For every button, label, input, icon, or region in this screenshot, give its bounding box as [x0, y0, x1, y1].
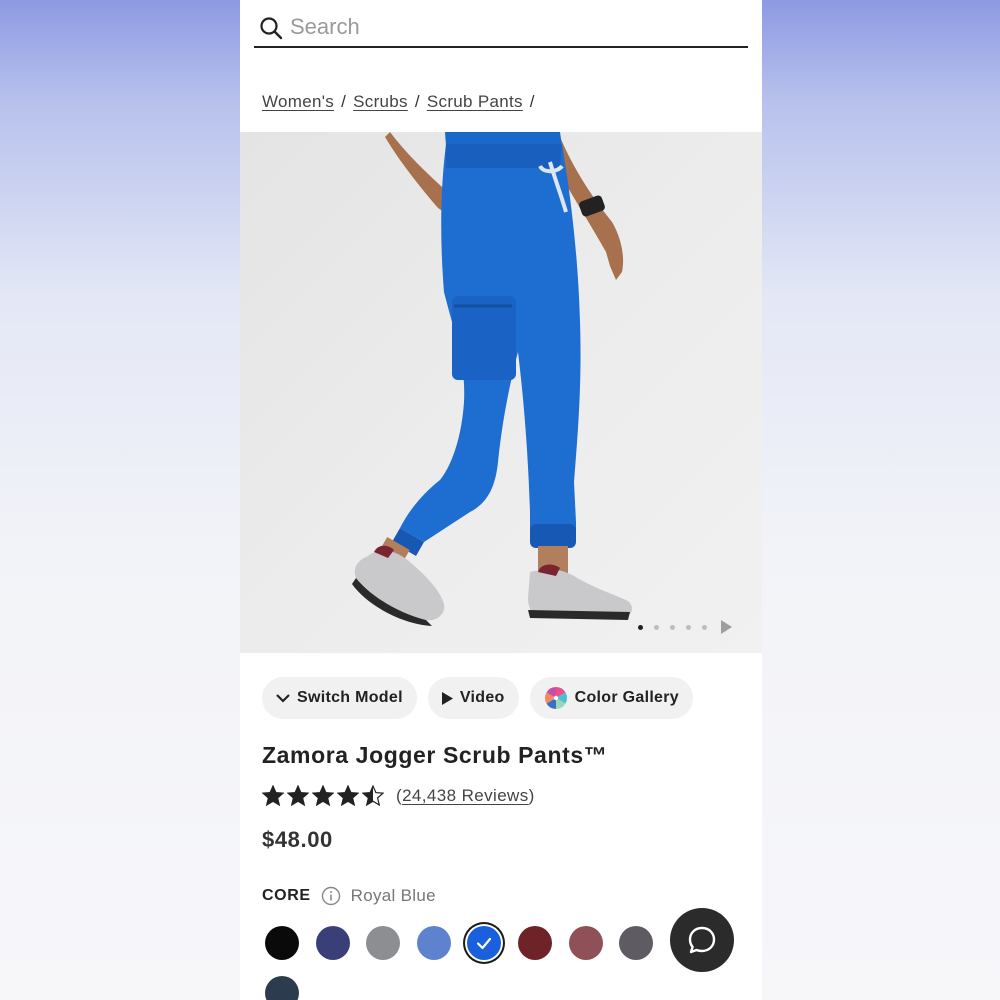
- color-group-label: CORE: [262, 887, 311, 904]
- color-swatch-charcoal[interactable]: [265, 976, 299, 1000]
- search-input[interactable]: [290, 12, 730, 42]
- breadcrumb-separator: /: [414, 92, 420, 111]
- carousel-dot[interactable]: [654, 624, 659, 630]
- product-page: Women's / Scrubs / Scrub Pants /: [240, 0, 762, 1000]
- video-button[interactable]: Video: [427, 677, 519, 719]
- chat-button[interactable]: [670, 908, 734, 972]
- color-wheel-icon: [544, 686, 568, 710]
- star-full-icon: [312, 785, 334, 807]
- product-price: $48.00: [262, 827, 333, 852]
- search-icon[interactable]: [259, 16, 283, 40]
- color-gallery-button[interactable]: Color Gallery: [529, 677, 693, 719]
- color-swatch-gray[interactable]: [366, 926, 401, 960]
- video-label: Video: [459, 689, 505, 706]
- carousel-dot[interactable]: [670, 624, 675, 630]
- breadcrumb-separator: /: [341, 92, 347, 111]
- chevron-down-icon: [276, 693, 290, 703]
- product-image[interactable]: [240, 132, 762, 653]
- breadcrumb-separator: /: [529, 92, 535, 111]
- carousel-dots: [638, 620, 732, 634]
- star-half-icon: [362, 785, 384, 807]
- carousel-dot[interactable]: [638, 624, 643, 630]
- product-photo-illustration: [352, 132, 632, 626]
- reviews-close-paren: ): [528, 786, 535, 805]
- reviews-link[interactable]: (24,438 Reviews): [396, 786, 535, 806]
- switch-model-label: Switch Model: [297, 689, 403, 706]
- color-swatch-mauve[interactable]: [568, 926, 603, 960]
- star-full-icon: [262, 785, 284, 807]
- product-title: Zamora Jogger Scrub Pants™: [262, 742, 608, 768]
- breadcrumb-womens[interactable]: Women's: [262, 92, 334, 111]
- star-full-icon: [287, 785, 309, 807]
- breadcrumb-scrubs[interactable]: Scrubs: [353, 92, 408, 111]
- color-swatch-royal-blue[interactable]: [467, 926, 502, 960]
- color-gallery-label: Color Gallery: [574, 689, 679, 706]
- color-swatch-burgundy[interactable]: [518, 926, 552, 960]
- media-actions: Switch Model Video Color Gallery: [262, 677, 693, 719]
- color-header: CORE Royal Blue: [262, 886, 436, 906]
- carousel-dot[interactable]: [686, 624, 691, 630]
- carousel-dot[interactable]: [702, 624, 707, 630]
- switch-model-button[interactable]: Switch Model: [262, 677, 417, 719]
- star-full-icon: [337, 785, 359, 807]
- reviews-count: 24,438 Reviews: [402, 786, 529, 805]
- search-bar: [254, 10, 748, 48]
- color-swatch-navy[interactable]: [315, 926, 350, 960]
- color-swatch-graphite[interactable]: [619, 926, 654, 960]
- info-icon[interactable]: [321, 886, 341, 906]
- product-rating: (24,438 Reviews): [262, 785, 535, 807]
- play-icon: [441, 691, 453, 705]
- star-rating: [262, 785, 384, 807]
- selected-color-name: Royal Blue: [350, 886, 436, 905]
- carousel-next-icon[interactable]: [721, 620, 732, 634]
- color-swatch-black[interactable]: [265, 926, 299, 960]
- color-swatch-ceil-blue[interactable]: [416, 926, 451, 960]
- breadcrumb: Women's / Scrubs / Scrub Pants /: [262, 92, 542, 112]
- chat-bubble-icon: [688, 926, 716, 954]
- breadcrumb-scrub-pants[interactable]: Scrub Pants: [427, 92, 523, 111]
- checkmark-icon: [477, 937, 492, 950]
